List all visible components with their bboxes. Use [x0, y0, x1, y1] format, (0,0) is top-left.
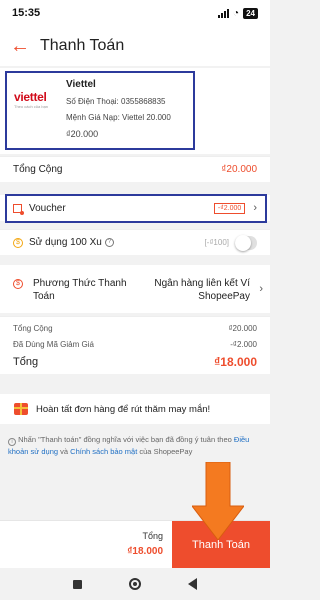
- order-total-label: Tổng Cộng: [13, 164, 63, 175]
- info-icon: i: [8, 438, 16, 446]
- summary-total-value: ₫18.000: [214, 355, 257, 369]
- chevron-right-icon: ›: [253, 202, 257, 214]
- payment-summary: Tổng Cộng ₫20.000 Đã Dùng Mã Giảm Giá -₫…: [0, 316, 270, 374]
- voucher-label: Voucher: [29, 202, 66, 214]
- checkout-total-label: Tổng: [142, 531, 163, 541]
- payment-method-row[interactable]: $ Phương Thức Thanh Toán Ngân hàng liên …: [0, 265, 270, 313]
- payment-method-value: Ngân hàng liên kết Ví ShopeePay: [154, 278, 250, 302]
- status-time: 15:35: [12, 7, 41, 19]
- home-icon[interactable]: [128, 578, 141, 590]
- summary-row: Tổng Cộng ₫20.000: [13, 324, 257, 333]
- xu-row: $ Sử dụng 100 Xu ? [-₫100]: [0, 229, 270, 255]
- signal-icon: [218, 8, 230, 18]
- xu-value: [-₫100]: [204, 238, 229, 247]
- product-price: ₫20.000: [66, 129, 99, 139]
- product-name: Viettel: [66, 79, 96, 90]
- status-icons: ◔ 24: [218, 7, 258, 19]
- dollar-icon: $: [13, 279, 23, 289]
- voucher-discount-badge: -₫2.000: [213, 202, 246, 214]
- payment-method-label: Phương Thức Thanh Toán: [33, 278, 127, 302]
- summary-total: Tổng ₫18.000: [13, 355, 257, 369]
- wifi-icon: ◔: [233, 7, 240, 19]
- order-total-row: Tổng Cộng ₫20.000: [0, 156, 270, 182]
- help-icon[interactable]: ?: [104, 238, 114, 247]
- system-nav-bar: [0, 568, 270, 600]
- back-icon[interactable]: [187, 578, 197, 590]
- viettel-logo: viettel Theo cách của bạn: [14, 90, 49, 109]
- xu-label: Sử dụng 100 Xu: [29, 237, 102, 248]
- xu-toggle[interactable]: [235, 234, 257, 251]
- voucher-row[interactable]: Voucher -₫2.000 ›: [0, 195, 270, 221]
- privacy-policy-link[interactable]: Chính sách bảo mật: [70, 447, 137, 456]
- annotation-arrow-icon: [192, 462, 244, 540]
- voucher-icon: [13, 203, 24, 215]
- battery-icon: 24: [243, 7, 258, 19]
- topup-value: Mệnh Giá Nạp: Viettel 20.000: [66, 113, 171, 122]
- coin-icon: $: [13, 237, 23, 248]
- summary-total-label: Tổng: [13, 356, 39, 368]
- product-card: viettel Theo cách của bạn Viettel Số Điệ…: [0, 68, 270, 154]
- recent-apps-icon[interactable]: [73, 579, 83, 589]
- checkout-total-value: ₫18.000: [127, 546, 163, 557]
- lucky-draw-text: Hoàn tất đơn hàng để rút thăm may mắn!: [36, 403, 211, 415]
- terms-notice: i Nhấn "Thanh toán" đồng nghĩa với việc …: [8, 435, 250, 456]
- summary-row: Đã Dùng Mã Giảm Giá -₫2.000: [13, 340, 257, 349]
- gift-icon: [14, 403, 28, 415]
- phone-number: Số Điện Thoại: 0355868835: [66, 97, 166, 106]
- lucky-draw-banner: Hoàn tất đơn hàng để rút thăm may mắn!: [0, 394, 270, 424]
- chevron-right-icon: ›: [259, 283, 263, 295]
- page-title: Thanh Toán: [40, 37, 125, 54]
- order-total-amount: ₫20.000: [221, 164, 257, 175]
- back-arrow-icon[interactable]: ←: [10, 36, 32, 56]
- status-bar: 15:35 ◔ 24: [0, 0, 270, 26]
- app-header: ← Thanh Toán: [0, 26, 270, 66]
